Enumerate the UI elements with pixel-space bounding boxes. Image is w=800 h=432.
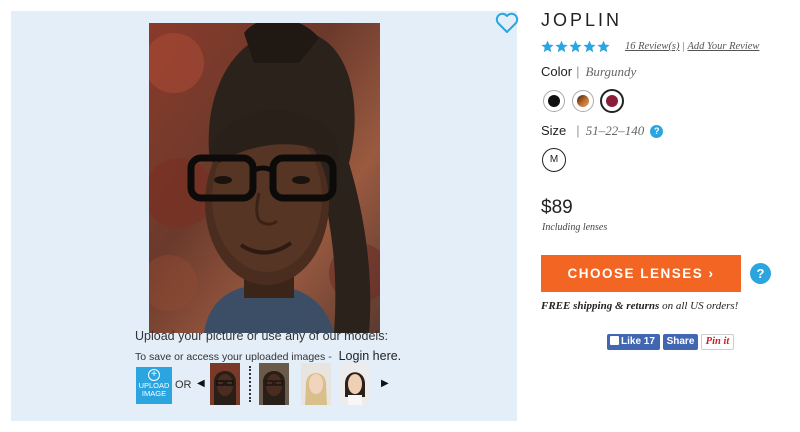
color-value: Burgundy: [585, 64, 637, 79]
shipping-bold: FREE shipping & returns: [541, 300, 660, 312]
swatch-burgundy[interactable]: [600, 89, 624, 113]
upload-label-line2: IMAGE: [141, 389, 167, 398]
swatch-black[interactable]: [543, 90, 565, 112]
star-icon: [541, 40, 554, 53]
star-icon: [569, 40, 582, 53]
size-row: Size | 51–22–140?: [541, 123, 664, 139]
swatch-burgundy-dot: [606, 95, 618, 107]
save-prompt: To save or access your uploaded images -…: [135, 349, 401, 363]
reviews-row: 16 Review(s) | Add Your Review: [625, 41, 759, 52]
star-icon: [597, 40, 610, 53]
swatch-black-dot: [548, 95, 560, 107]
shipping-rest: on all US orders!: [659, 300, 739, 312]
facebook-share-button[interactable]: Share: [663, 334, 698, 350]
reviews-link[interactable]: 16 Review(s): [625, 41, 680, 52]
facebook-like-button[interactable]: Like 17: [607, 334, 660, 350]
upload-prompt: Upload your picture or use any of our mo…: [135, 329, 388, 343]
like-label: Like 17: [621, 336, 655, 347]
or-label: OR: [175, 379, 192, 391]
swatch-tortoise[interactable]: [572, 90, 594, 112]
star-icon: [583, 40, 596, 53]
thumbs-up-icon: [610, 336, 619, 345]
color-label: Color: [541, 64, 573, 79]
product-title: JOPLIN: [541, 10, 623, 30]
price-note: Including lenses: [542, 222, 608, 233]
size-value: 51–22–140: [585, 123, 645, 138]
next-model-arrow-icon[interactable]: ▶: [381, 378, 389, 389]
shipping-note: FREE shipping & returns on all US orders…: [541, 300, 738, 312]
price: $89: [541, 197, 573, 218]
star-icon: [555, 40, 568, 53]
model-thumbnail-4[interactable]: [340, 363, 370, 405]
swatch-tortoise-dot: [577, 95, 589, 107]
model-thumbnail-1[interactable]: [210, 363, 240, 405]
color-separator: |: [576, 64, 580, 79]
size-option-m[interactable]: M: [542, 148, 566, 172]
color-row: Color | Burgundy: [541, 64, 636, 80]
size-label: Size: [541, 123, 567, 138]
model-thumbnail-2[interactable]: [259, 363, 289, 405]
model-thumbnail-3[interactable]: [301, 363, 331, 405]
prev-model-arrow-icon[interactable]: ◀: [197, 378, 205, 389]
save-prompt-text: To save or access your uploaded images -: [135, 351, 332, 363]
pinterest-pin-button[interactable]: Pin it: [701, 334, 734, 350]
size-separator: |: [576, 123, 580, 138]
choose-lenses-button[interactable]: CHOOSE LENSES ›: [541, 255, 741, 292]
add-review-link[interactable]: Add Your Review: [687, 41, 759, 52]
login-link[interactable]: Login here.: [339, 349, 402, 363]
rating-stars: [541, 40, 610, 53]
upload-image-button[interactable]: + UPLOAD IMAGE: [136, 367, 172, 404]
plus-icon: +: [148, 369, 160, 381]
size-help-icon[interactable]: ?: [650, 125, 664, 138]
thumbnail-divider: [249, 366, 251, 402]
lenses-help-icon[interactable]: ?: [750, 263, 771, 284]
reviews-separator: |: [682, 41, 686, 52]
virtual-tryon-panel: Upload your picture or use any of our mo…: [11, 11, 519, 421]
heart-icon[interactable]: [495, 12, 519, 34]
model-photo: [149, 23, 380, 333]
